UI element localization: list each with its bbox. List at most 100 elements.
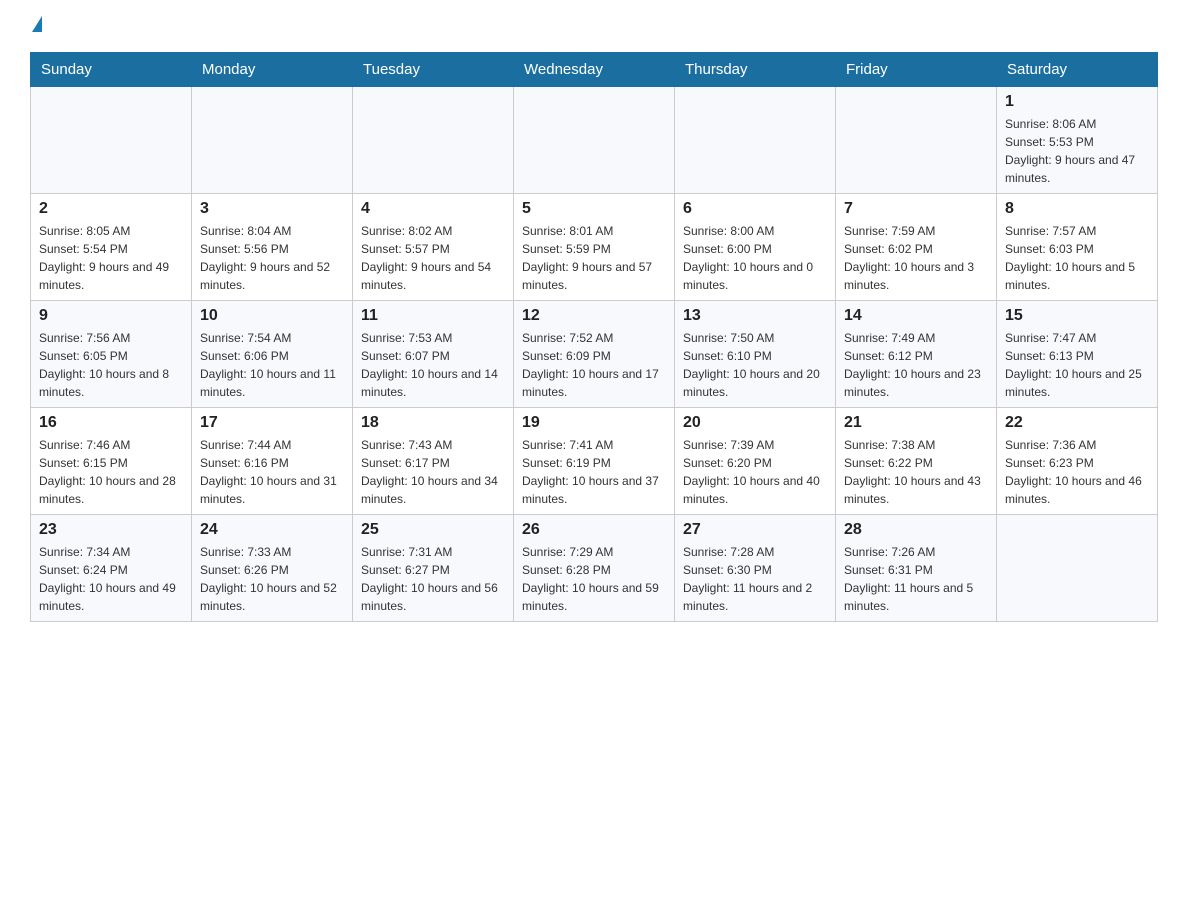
calendar-day-cell: 10Sunrise: 7:54 AMSunset: 6:06 PMDayligh…	[192, 301, 353, 408]
day-number: 8	[1005, 200, 1149, 218]
calendar-day-cell: 3Sunrise: 8:04 AMSunset: 5:56 PMDaylight…	[192, 194, 353, 301]
day-info-line: Daylight: 11 hours and 2 minutes.	[683, 579, 827, 615]
calendar-day-header: Saturday	[997, 53, 1158, 87]
day-info-line: Daylight: 10 hours and 43 minutes.	[844, 472, 988, 508]
day-info-line: Daylight: 10 hours and 37 minutes.	[522, 472, 666, 508]
day-number: 3	[200, 200, 344, 218]
day-info-line: Sunrise: 7:59 AM	[844, 222, 988, 240]
calendar-day-cell	[514, 87, 675, 194]
day-info-line: Sunset: 5:54 PM	[39, 240, 183, 258]
day-number: 28	[844, 521, 988, 539]
day-info-line: Sunset: 6:27 PM	[361, 561, 505, 579]
day-info-line: Sunrise: 7:36 AM	[1005, 436, 1149, 454]
calendar-week-row: 2Sunrise: 8:05 AMSunset: 5:54 PMDaylight…	[31, 194, 1158, 301]
day-number: 21	[844, 414, 988, 432]
calendar-day-header: Wednesday	[514, 53, 675, 87]
day-info-line: Daylight: 10 hours and 5 minutes.	[1005, 258, 1149, 294]
logo-general-text	[30, 20, 42, 36]
day-number: 16	[39, 414, 183, 432]
day-info-line: Daylight: 10 hours and 14 minutes.	[361, 365, 505, 401]
calendar-day-cell: 27Sunrise: 7:28 AMSunset: 6:30 PMDayligh…	[675, 515, 836, 622]
day-number: 9	[39, 307, 183, 325]
day-info-line: Sunset: 6:30 PM	[683, 561, 827, 579]
calendar-day-cell: 20Sunrise: 7:39 AMSunset: 6:20 PMDayligh…	[675, 408, 836, 515]
calendar-day-cell: 14Sunrise: 7:49 AMSunset: 6:12 PMDayligh…	[836, 301, 997, 408]
calendar-day-cell: 12Sunrise: 7:52 AMSunset: 6:09 PMDayligh…	[514, 301, 675, 408]
calendar-day-cell: 19Sunrise: 7:41 AMSunset: 6:19 PMDayligh…	[514, 408, 675, 515]
calendar-day-cell: 16Sunrise: 7:46 AMSunset: 6:15 PMDayligh…	[31, 408, 192, 515]
day-info-line: Daylight: 10 hours and 56 minutes.	[361, 579, 505, 615]
calendar-day-cell: 25Sunrise: 7:31 AMSunset: 6:27 PMDayligh…	[353, 515, 514, 622]
day-number: 15	[1005, 307, 1149, 325]
day-info-line: Sunset: 5:59 PM	[522, 240, 666, 258]
calendar-day-cell: 2Sunrise: 8:05 AMSunset: 5:54 PMDaylight…	[31, 194, 192, 301]
calendar-day-header: Monday	[192, 53, 353, 87]
calendar-day-cell	[675, 87, 836, 194]
calendar-day-cell: 13Sunrise: 7:50 AMSunset: 6:10 PMDayligh…	[675, 301, 836, 408]
calendar-day-cell: 18Sunrise: 7:43 AMSunset: 6:17 PMDayligh…	[353, 408, 514, 515]
day-info-line: Daylight: 11 hours and 5 minutes.	[844, 579, 988, 615]
calendar-day-cell: 28Sunrise: 7:26 AMSunset: 6:31 PMDayligh…	[836, 515, 997, 622]
day-info-line: Sunrise: 7:56 AM	[39, 329, 183, 347]
calendar-day-cell: 11Sunrise: 7:53 AMSunset: 6:07 PMDayligh…	[353, 301, 514, 408]
calendar-day-cell: 23Sunrise: 7:34 AMSunset: 6:24 PMDayligh…	[31, 515, 192, 622]
day-info-line: Daylight: 10 hours and 40 minutes.	[683, 472, 827, 508]
calendar-table: SundayMondayTuesdayWednesdayThursdayFrid…	[30, 52, 1158, 622]
calendar-day-cell: 8Sunrise: 7:57 AMSunset: 6:03 PMDaylight…	[997, 194, 1158, 301]
calendar-week-row: 16Sunrise: 7:46 AMSunset: 6:15 PMDayligh…	[31, 408, 1158, 515]
day-info-line: Daylight: 10 hours and 11 minutes.	[200, 365, 344, 401]
day-info-line: Sunset: 6:06 PM	[200, 347, 344, 365]
calendar-day-cell: 6Sunrise: 8:00 AMSunset: 6:00 PMDaylight…	[675, 194, 836, 301]
page-header	[30, 20, 1158, 36]
calendar-day-cell	[997, 515, 1158, 622]
calendar-day-cell: 1Sunrise: 8:06 AMSunset: 5:53 PMDaylight…	[997, 87, 1158, 194]
day-info-line: Sunset: 6:13 PM	[1005, 347, 1149, 365]
day-info-line: Daylight: 9 hours and 54 minutes.	[361, 258, 505, 294]
calendar-week-row: 23Sunrise: 7:34 AMSunset: 6:24 PMDayligh…	[31, 515, 1158, 622]
day-number: 14	[844, 307, 988, 325]
day-number: 12	[522, 307, 666, 325]
calendar-day-cell: 9Sunrise: 7:56 AMSunset: 6:05 PMDaylight…	[31, 301, 192, 408]
day-info-line: Sunset: 6:15 PM	[39, 454, 183, 472]
day-info-line: Sunrise: 7:29 AM	[522, 543, 666, 561]
logo-triangle-icon	[32, 16, 42, 32]
calendar-day-cell: 5Sunrise: 8:01 AMSunset: 5:59 PMDaylight…	[514, 194, 675, 301]
day-info-line: Sunrise: 8:02 AM	[361, 222, 505, 240]
day-info-line: Sunset: 6:00 PM	[683, 240, 827, 258]
calendar-day-cell: 26Sunrise: 7:29 AMSunset: 6:28 PMDayligh…	[514, 515, 675, 622]
day-info-line: Sunrise: 8:00 AM	[683, 222, 827, 240]
day-number: 5	[522, 200, 666, 218]
day-info-line: Sunrise: 8:06 AM	[1005, 115, 1149, 133]
day-info-line: Sunset: 6:24 PM	[39, 561, 183, 579]
calendar-day-cell: 22Sunrise: 7:36 AMSunset: 6:23 PMDayligh…	[997, 408, 1158, 515]
day-info-line: Daylight: 10 hours and 49 minutes.	[39, 579, 183, 615]
calendar-day-header: Sunday	[31, 53, 192, 87]
day-info-line: Daylight: 10 hours and 52 minutes.	[200, 579, 344, 615]
logo	[30, 20, 42, 36]
day-info-line: Sunset: 6:31 PM	[844, 561, 988, 579]
day-info-line: Sunrise: 7:38 AM	[844, 436, 988, 454]
day-number: 23	[39, 521, 183, 539]
calendar-day-header: Thursday	[675, 53, 836, 87]
day-number: 4	[361, 200, 505, 218]
day-number: 19	[522, 414, 666, 432]
day-number: 1	[1005, 93, 1149, 111]
day-info-line: Sunrise: 7:31 AM	[361, 543, 505, 561]
calendar-week-row: 1Sunrise: 8:06 AMSunset: 5:53 PMDaylight…	[31, 87, 1158, 194]
day-info-line: Sunset: 6:28 PM	[522, 561, 666, 579]
day-info-line: Sunrise: 7:33 AM	[200, 543, 344, 561]
day-info-line: Daylight: 9 hours and 47 minutes.	[1005, 151, 1149, 187]
day-info-line: Sunrise: 8:01 AM	[522, 222, 666, 240]
calendar-day-cell: 4Sunrise: 8:02 AMSunset: 5:57 PMDaylight…	[353, 194, 514, 301]
day-number: 7	[844, 200, 988, 218]
day-info-line: Sunset: 6:03 PM	[1005, 240, 1149, 258]
calendar-day-header: Friday	[836, 53, 997, 87]
day-info-line: Sunrise: 7:43 AM	[361, 436, 505, 454]
day-number: 18	[361, 414, 505, 432]
day-info-line: Daylight: 10 hours and 25 minutes.	[1005, 365, 1149, 401]
day-info-line: Sunset: 5:56 PM	[200, 240, 344, 258]
day-number: 11	[361, 307, 505, 325]
day-info-line: Daylight: 10 hours and 23 minutes.	[844, 365, 988, 401]
day-info-line: Sunrise: 7:53 AM	[361, 329, 505, 347]
day-number: 2	[39, 200, 183, 218]
